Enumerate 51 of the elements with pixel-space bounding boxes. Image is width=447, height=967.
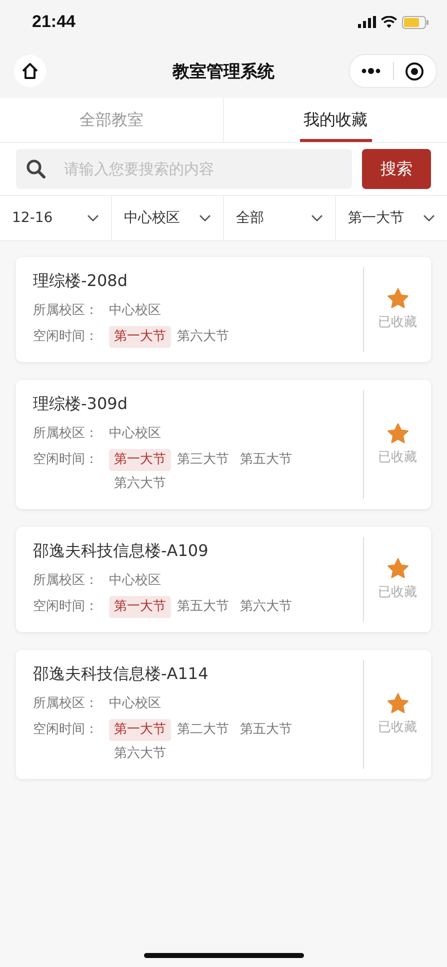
campus-label: 所属校区： <box>33 425 99 443</box>
room-card[interactable]: 邵逸夫科技信息楼-A109 所属校区： 中心校区 空闲时间： 第一大节 第五大节 第六大节 已收藏 <box>16 527 431 632</box>
chevron-down-icon <box>87 214 99 222</box>
campus-value: 中心校区 <box>109 572 161 590</box>
room-card[interactable]: 邵逸夫科技信息楼-A114 所属校区： 中心校区 空闲时间： 第一大节 第二大节 第五大节 第六大节 已收藏 <box>16 650 431 779</box>
wifi-icon <box>381 16 397 28</box>
campus-label: 所属校区： <box>33 302 99 320</box>
chevron-down-icon <box>199 214 211 222</box>
campus-label: 所属校区： <box>33 572 99 590</box>
home-icon <box>21 62 39 80</box>
room-name: 邵逸夫科技信息楼-A114 <box>33 664 210 685</box>
campus-value: 中心校区 <box>109 425 161 443</box>
filter-dropdown[interactable]: 中心校区 <box>111 196 223 240</box>
period-tag: 第六大节 <box>109 743 171 765</box>
status-time: 21:44 <box>32 12 76 32</box>
campus-label: 所属校区： <box>33 695 99 713</box>
signal-icon <box>358 16 376 28</box>
more-icon <box>361 68 382 74</box>
campus-value: 中心校区 <box>109 695 161 713</box>
period-tag: 第六大节 <box>109 473 171 495</box>
room-name: 理综楼-208d <box>33 271 128 292</box>
period-tag: 第六大节 <box>235 596 297 618</box>
filter-dropdown[interactable]: 12-16 <box>0 196 111 240</box>
period-tag: 第一大节 <box>109 719 171 741</box>
period-tag: 第一大节 <box>109 449 171 471</box>
page-title: 教室管理系统 <box>172 60 274 82</box>
period-tag: 第三大节 <box>172 449 234 471</box>
room-card[interactable]: 理综楼-309d 所属校区： 中心校区 空闲时间： 第一大节 第三大节 第五大节 第六大节 已收藏 <box>16 380 431 509</box>
room-name: 理综楼-309d <box>33 394 128 415</box>
chevron-down-icon <box>423 214 435 222</box>
filter-dropdown[interactable]: 第一大节 <box>335 196 447 240</box>
period-tag: 第五大节 <box>172 596 234 618</box>
battery-icon <box>402 16 429 28</box>
free-time-label: 空闲时间： <box>33 598 99 616</box>
home-button[interactable] <box>14 55 46 87</box>
free-time-label: 空闲时间： <box>33 451 99 469</box>
chevron-down-icon <box>311 214 323 222</box>
free-time-label: 空闲时间： <box>33 721 99 739</box>
room-card[interactable]: 理综楼-208d 所属校区： 中心校区 空闲时间： 第一大节 第六大节 已收藏 <box>16 257 431 362</box>
period-tag: 第五大节 <box>235 719 297 741</box>
period-tag: 第一大节 <box>109 596 171 618</box>
search-button[interactable]: 搜索 <box>362 149 431 189</box>
campus-value: 中心校区 <box>109 302 161 320</box>
filter-dropdown[interactable]: 全部 <box>223 196 335 240</box>
period-tag: 第五大节 <box>235 449 297 471</box>
period-tag: 第一大节 <box>109 326 171 348</box>
period-tag: 第二大节 <box>172 719 234 741</box>
free-time-label: 空闲时间： <box>33 328 99 346</box>
room-name: 邵逸夫科技信息楼-A109 <box>33 541 210 562</box>
target-icon <box>405 62 424 80</box>
period-tag: 第六大节 <box>172 326 234 348</box>
